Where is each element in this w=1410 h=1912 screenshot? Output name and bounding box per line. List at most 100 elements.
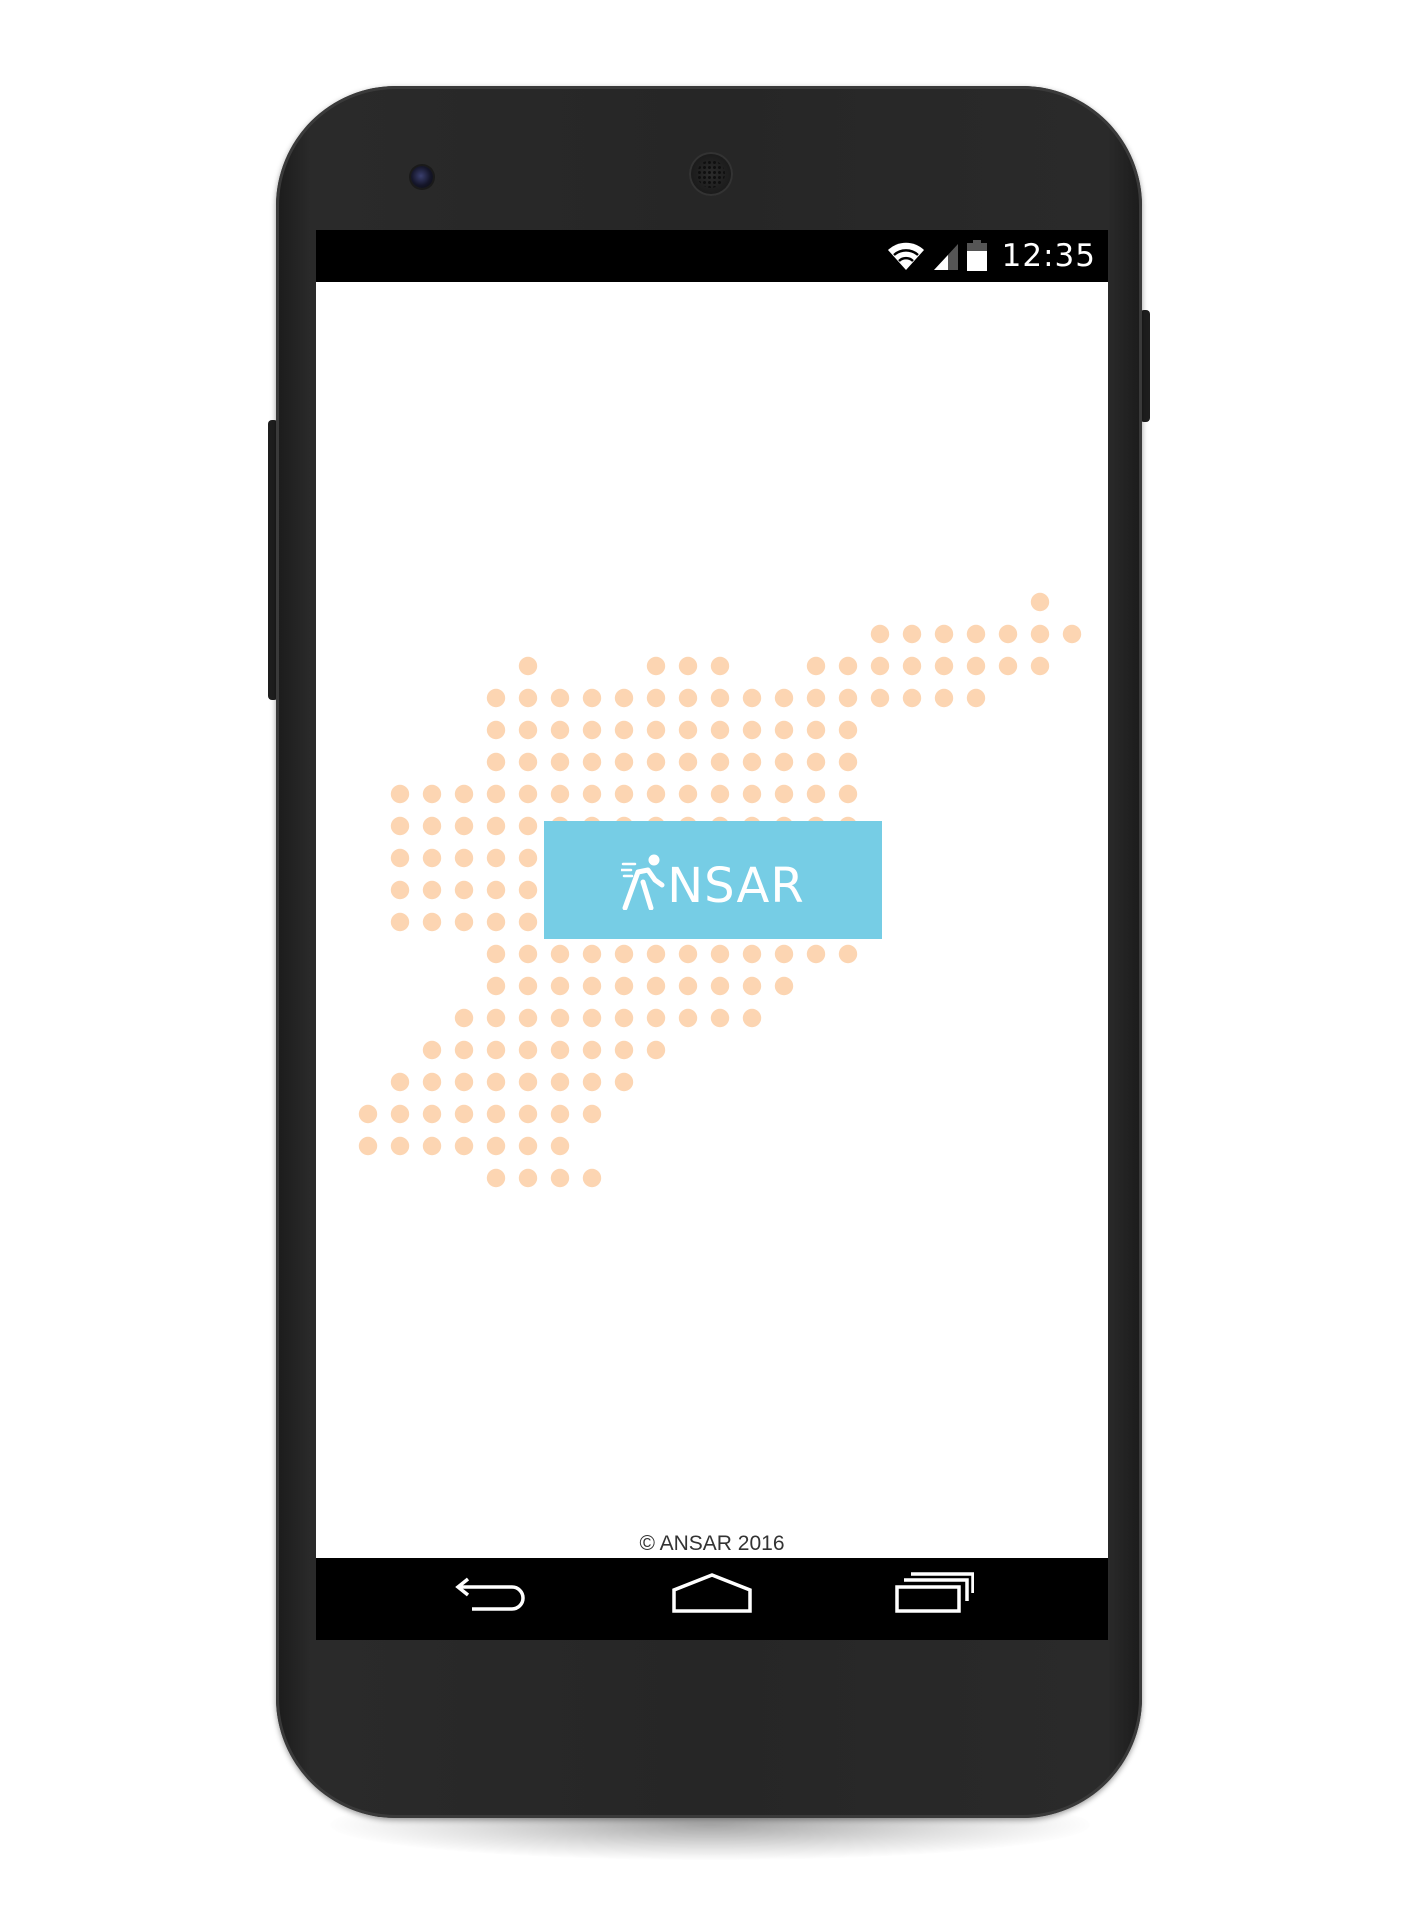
map-dot — [774, 720, 794, 740]
map-dot — [774, 976, 794, 996]
map-dot — [550, 1136, 570, 1156]
recents-icon — [895, 1572, 974, 1613]
map-dot — [582, 944, 602, 964]
map-dot — [422, 816, 442, 836]
map-dot — [966, 688, 986, 708]
map-dot — [390, 1136, 410, 1156]
map-dot — [454, 912, 474, 932]
map-dot — [550, 1104, 570, 1124]
battery-icon — [966, 240, 987, 271]
map-dot — [710, 720, 730, 740]
map-dot — [934, 688, 954, 708]
map-dot — [678, 752, 698, 772]
navigation-bar — [316, 1558, 1108, 1640]
map-dot — [838, 784, 858, 804]
map-dot — [838, 944, 858, 964]
map-dot — [422, 1136, 442, 1156]
map-dot — [1062, 624, 1082, 644]
map-dot — [550, 1008, 570, 1028]
map-dot — [614, 1072, 634, 1092]
map-dot — [678, 720, 698, 740]
map-dot — [454, 1104, 474, 1124]
map-dot — [614, 944, 634, 964]
map-dot — [838, 720, 858, 740]
map-dot — [902, 656, 922, 676]
map-dot — [614, 1008, 634, 1028]
splash-content: NSAR © ANSAR 2016 — [316, 282, 1108, 1558]
map-dot — [902, 688, 922, 708]
map-dot — [582, 1168, 602, 1188]
map-dot — [390, 880, 410, 900]
map-dot — [550, 1072, 570, 1092]
map-dot — [518, 1072, 538, 1092]
map-dot — [550, 944, 570, 964]
map-dot — [710, 1008, 730, 1028]
map-dot — [614, 784, 634, 804]
map-dot — [518, 1136, 538, 1156]
map-dot — [806, 720, 826, 740]
map-dot — [646, 976, 666, 996]
map-dot — [966, 624, 986, 644]
map-dot — [742, 688, 762, 708]
map-dot — [678, 688, 698, 708]
map-dot — [550, 688, 570, 708]
map-dot — [646, 944, 666, 964]
map-dot — [710, 752, 730, 772]
back-button[interactable] — [432, 1558, 552, 1628]
map-dot — [838, 656, 858, 676]
status-time: 12:35 — [1001, 238, 1096, 274]
map-dot — [646, 1008, 666, 1028]
map-dot — [998, 624, 1018, 644]
map-dot — [486, 720, 506, 740]
map-dot — [646, 784, 666, 804]
map-dot — [454, 784, 474, 804]
map-dot — [710, 688, 730, 708]
map-dot — [806, 944, 826, 964]
map-dot — [422, 1104, 442, 1124]
home-button[interactable] — [652, 1558, 772, 1628]
map-dot — [870, 688, 890, 708]
map-dot — [742, 784, 762, 804]
map-dot — [422, 784, 442, 804]
map-dot — [518, 656, 538, 676]
map-dot — [646, 1040, 666, 1060]
map-dot — [518, 752, 538, 772]
map-dot — [582, 1104, 602, 1124]
map-dot — [518, 912, 538, 932]
map-dot — [486, 1136, 506, 1156]
map-dot — [390, 816, 410, 836]
map-dot — [742, 752, 762, 772]
map-dot — [710, 656, 730, 676]
map-dot — [646, 720, 666, 740]
map-dot — [646, 688, 666, 708]
map-dot — [582, 784, 602, 804]
map-dot — [422, 912, 442, 932]
map-dot — [518, 816, 538, 836]
map-dot — [998, 656, 1018, 676]
map-dot — [774, 752, 794, 772]
map-dot — [454, 816, 474, 836]
map-dot — [678, 784, 698, 804]
map-dot — [390, 912, 410, 932]
map-dot — [614, 752, 634, 772]
map-dot — [518, 784, 538, 804]
map-dot — [1030, 624, 1050, 644]
map-dot — [774, 784, 794, 804]
map-dot — [582, 976, 602, 996]
map-dot — [806, 656, 826, 676]
map-dot — [806, 784, 826, 804]
map-dot — [550, 720, 570, 740]
map-dot — [934, 624, 954, 644]
map-dot — [678, 976, 698, 996]
map-dot — [742, 720, 762, 740]
map-dot — [806, 688, 826, 708]
home-icon — [672, 1573, 752, 1613]
recents-button[interactable] — [874, 1558, 994, 1628]
wifi-icon — [887, 242, 924, 270]
map-dot — [774, 688, 794, 708]
map-dot — [838, 752, 858, 772]
map-dot — [1030, 656, 1050, 676]
map-dot — [486, 1104, 506, 1124]
map-dot — [486, 1168, 506, 1188]
map-dot — [678, 944, 698, 964]
